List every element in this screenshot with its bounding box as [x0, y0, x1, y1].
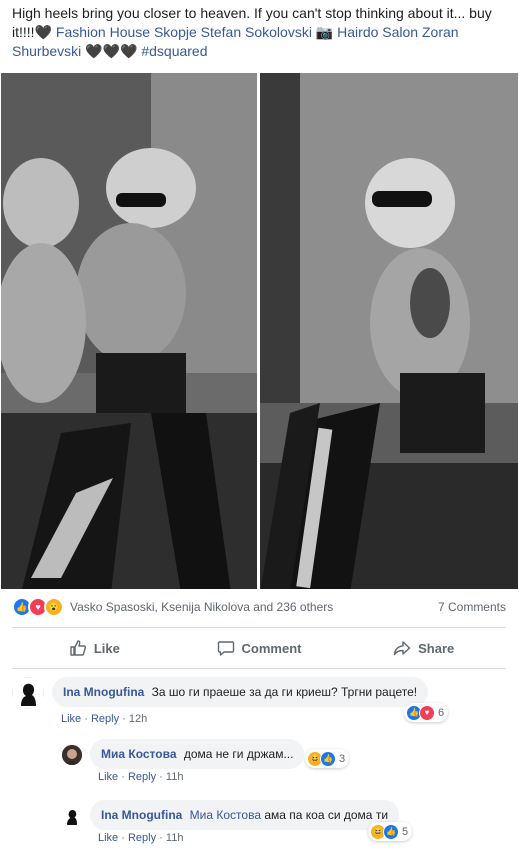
- comment-reaction-pill[interactable]: 😆 👍 3: [305, 749, 350, 768]
- comment-3: Ina Mnogufina Миа Костова ама па коа си …: [62, 800, 400, 830]
- like-button[interactable]: Like: [12, 639, 177, 657]
- black-hearts-icon: 🖤🖤🖤: [85, 43, 138, 59]
- comment-meta: Like · Reply · 12h: [61, 713, 148, 725]
- comment-reply-link[interactable]: Reply: [128, 832, 156, 844]
- comment-icon: [217, 641, 234, 656]
- action-bar: Like Comment Share: [12, 628, 506, 668]
- avatar[interactable]: [62, 806, 82, 826]
- wow-reaction-icon: 😮: [44, 597, 64, 617]
- right-photo-image: [260, 73, 518, 589]
- like-reaction-icon: 👍: [320, 750, 336, 767]
- comment-bubble: Миа Костова дома не ги држам...: [90, 739, 305, 769]
- left-photo[interactable]: [1, 73, 257, 589]
- comment-1: Ina Mnogufina За шо ги праеше за да ги к…: [12, 677, 429, 709]
- profile-photo-icon: [62, 745, 82, 765]
- comment-2: Миа Костова дома не ги држам...: [62, 739, 305, 769]
- comments-count[interactable]: 7 Comments: [438, 600, 506, 614]
- comment-like-link[interactable]: Like: [98, 832, 118, 844]
- comment-reply-link[interactable]: Reply: [91, 713, 119, 725]
- comment-meta: Like · Reply · 11h: [98, 771, 184, 783]
- comment-reaction-pill[interactable]: 😆 👍 5: [368, 822, 413, 841]
- comment-author[interactable]: Миа Костова: [101, 747, 177, 761]
- share-icon: [393, 641, 411, 656]
- avatar[interactable]: [12, 677, 44, 709]
- left-photo-image: [1, 73, 257, 589]
- comment-reply-link[interactable]: Reply: [128, 771, 156, 783]
- share-button-label: Share: [418, 640, 455, 656]
- reactors-text[interactable]: Vasko Spasoski, Ksenija Nikolova and 236…: [70, 600, 333, 614]
- comment-text: За шо ги праеше за да ги криеш? Тргни ра…: [151, 685, 418, 699]
- hashtag-dsquared[interactable]: #dsquared: [141, 43, 207, 59]
- reaction-icons[interactable]: 👍 ♥ 😮: [12, 597, 64, 617]
- comment-text: дома не ги држам...: [183, 747, 294, 761]
- black-heart-icon: 🖤: [34, 24, 52, 40]
- right-photo[interactable]: [260, 73, 518, 589]
- like-reaction-icon: 👍: [383, 823, 399, 840]
- like-button-label: Like: [93, 640, 120, 656]
- reaction-count: 5: [402, 825, 409, 838]
- comment-button-label: Comment: [241, 640, 302, 656]
- comment-bubble: Ina Mnogufina За шо ги праеше за да ги к…: [52, 677, 429, 707]
- tag-fashion-house[interactable]: Fashion House Skopje Stefan Sokolovski: [56, 24, 312, 40]
- comment-mention[interactable]: Миа Костова: [190, 808, 261, 822]
- comment-author[interactable]: Ina Mnogufina: [101, 808, 182, 822]
- camera-icon: 📷: [315, 24, 334, 40]
- comment-button[interactable]: Comment: [177, 639, 342, 657]
- comment-bubble: Ina Mnogufina Миа Костова ама па коа си …: [90, 800, 400, 830]
- comment-author[interactable]: Ina Mnogufina: [63, 685, 144, 699]
- comment-time[interactable]: 11h: [166, 771, 184, 783]
- reactions-summary: 👍 ♥ 😮 Vasko Spasoski, Ksenija Nikolova a…: [12, 596, 506, 618]
- reaction-count: 3: [339, 752, 346, 765]
- comment-text: ама па коа си дома ти: [264, 808, 389, 822]
- divider-bottom: [12, 668, 506, 669]
- reaction-count: 6: [438, 706, 445, 719]
- silhouette-avatar-icon: [13, 678, 43, 708]
- silhouette-avatar-icon: [62, 806, 82, 826]
- share-button[interactable]: Share: [341, 639, 506, 657]
- comment-time[interactable]: 12h: [129, 713, 147, 725]
- comment-reaction-pill[interactable]: 👍 ♥ 6: [404, 703, 449, 722]
- love-reaction-icon: ♥: [419, 704, 435, 721]
- comment-time[interactable]: 11h: [166, 832, 184, 844]
- comment-like-link[interactable]: Like: [61, 713, 81, 725]
- avatar[interactable]: [62, 745, 82, 765]
- comment-meta: Like · Reply · 11h: [98, 832, 184, 844]
- comment-like-link[interactable]: Like: [98, 771, 118, 783]
- post-text: High heels bring you closer to heaven. I…: [12, 4, 502, 61]
- thumbs-up-icon: [70, 640, 86, 656]
